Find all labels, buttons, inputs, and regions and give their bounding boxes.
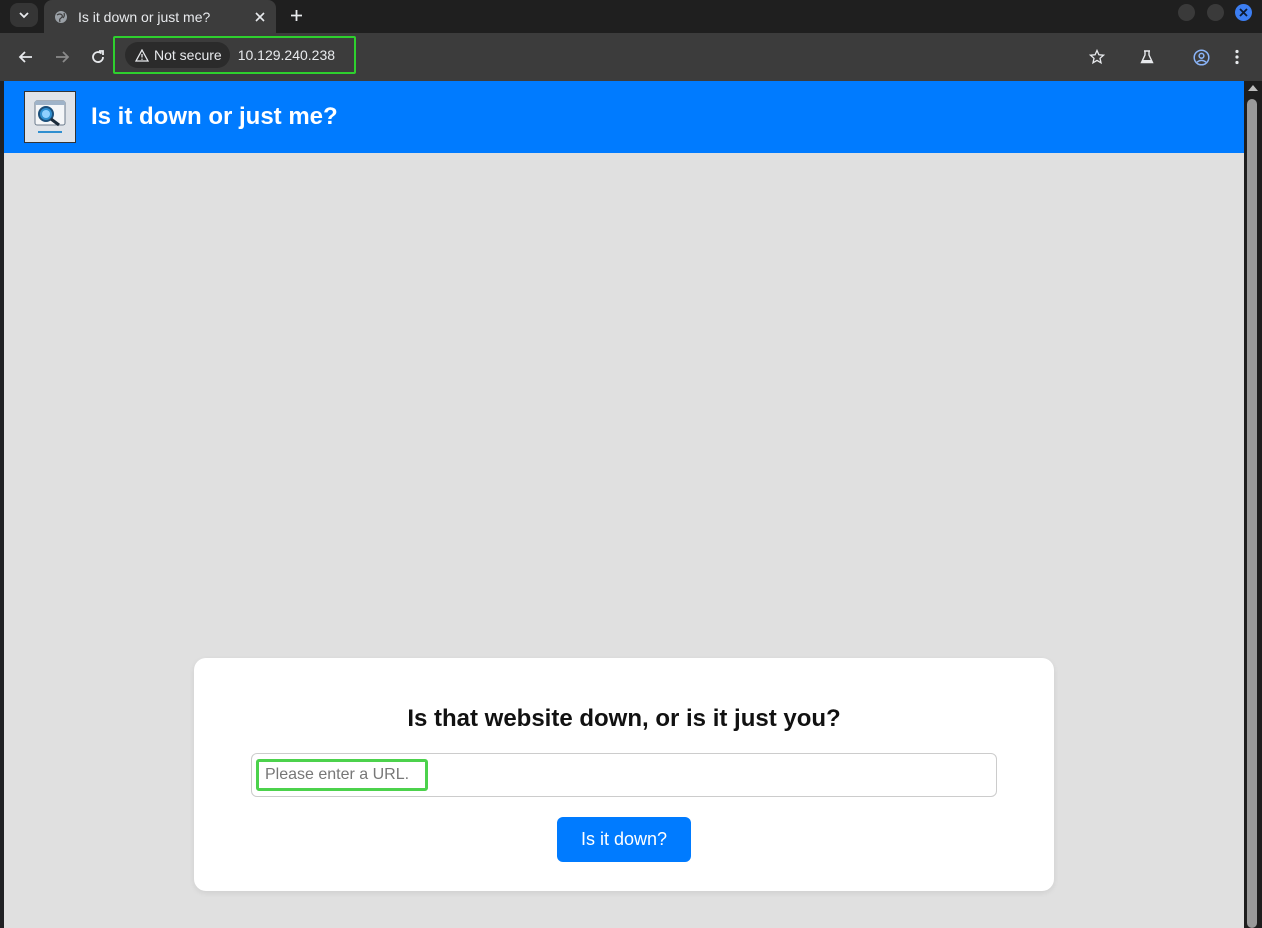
form-heading: Is that website down, or is it just you?	[407, 705, 841, 732]
browser-toolbar: Not secure 10.129.240.238	[0, 33, 1262, 81]
site-header: Is it down or just me?	[4, 81, 1244, 153]
close-icon[interactable]	[252, 9, 268, 25]
window-close-button[interactable]	[1235, 4, 1252, 21]
scrollbar-thumb[interactable]	[1247, 99, 1257, 928]
kebab-menu-icon	[1235, 49, 1239, 65]
browser-window: Is it down or just me? Not secure 10.129…	[0, 0, 1262, 928]
globe-icon	[54, 10, 68, 24]
arrow-left-icon	[18, 51, 32, 63]
page-scrollbar[interactable]	[1244, 81, 1262, 928]
tab-strip: Is it down or just me?	[0, 0, 1262, 33]
profile-button[interactable]	[1189, 45, 1213, 69]
window-maximize-button[interactable]	[1207, 4, 1224, 21]
site-logo	[24, 91, 76, 143]
menu-button[interactable]	[1225, 45, 1249, 69]
site-title: Is it down or just me?	[91, 103, 338, 130]
reload-icon	[92, 50, 104, 63]
url-input[interactable]	[256, 759, 428, 791]
labs-button[interactable]	[1135, 45, 1159, 69]
profile-icon	[1192, 48, 1210, 66]
window-minimize-button[interactable]	[1178, 4, 1195, 21]
star-icon	[1089, 49, 1105, 65]
back-button[interactable]	[14, 45, 38, 69]
plus-icon	[290, 9, 302, 21]
reload-button[interactable]	[86, 45, 110, 69]
security-label: Not secure	[154, 47, 222, 63]
chevron-down-icon	[19, 12, 29, 19]
flask-icon	[1140, 50, 1154, 64]
scroll-up-arrow-icon[interactable]	[1248, 85, 1258, 91]
address-bar[interactable]: Not secure 10.129.240.238	[113, 36, 356, 74]
url-input-container[interactable]	[251, 753, 997, 797]
magnifier-logo	[34, 100, 66, 133]
security-indicator[interactable]: Not secure	[125, 42, 230, 68]
warning-triangle-icon	[135, 48, 149, 62]
bookmark-button[interactable]	[1085, 45, 1109, 69]
is-it-down-button[interactable]: Is it down?	[557, 817, 691, 862]
url-check-card: Is that website down, or is it just you?…	[194, 658, 1054, 891]
url-text[interactable]: 10.129.240.238	[238, 47, 335, 63]
forward-button[interactable]	[50, 45, 74, 69]
browser-tab-active[interactable]: Is it down or just me?	[44, 0, 276, 33]
new-tab-button[interactable]	[286, 5, 306, 25]
arrow-right-icon	[56, 51, 70, 63]
page-viewport: Is it down or just me? Is that website d…	[4, 81, 1244, 928]
tab-title: Is it down or just me?	[78, 8, 211, 25]
tab-search-button[interactable]	[10, 3, 38, 27]
close-icon	[1239, 8, 1248, 17]
